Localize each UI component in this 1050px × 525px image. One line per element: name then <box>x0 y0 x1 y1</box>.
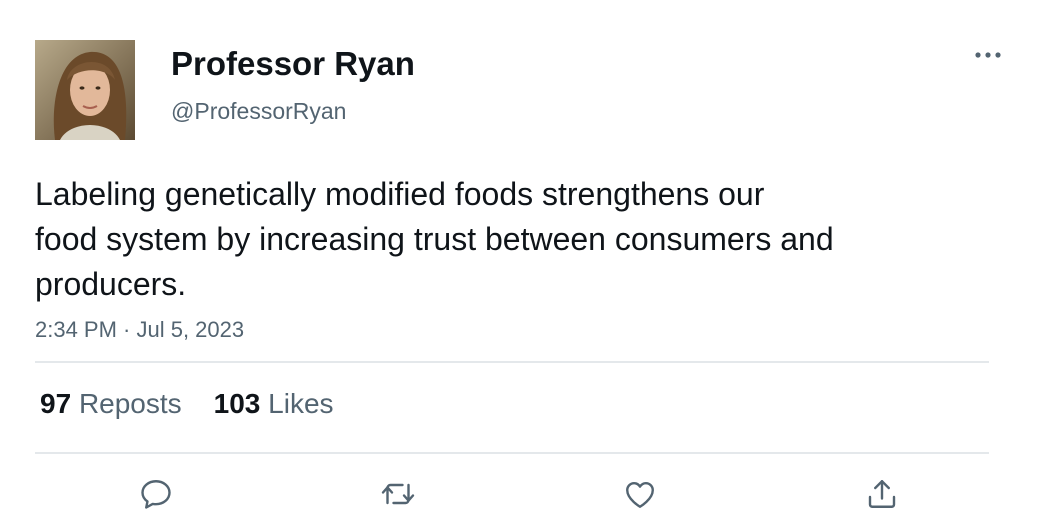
heart-icon <box>626 482 654 508</box>
like-button[interactable] <box>620 474 660 514</box>
engagement-stats: 97 Reposts 103 Likes <box>40 387 334 421</box>
user-avatar-photo <box>35 40 135 140</box>
tweet-text-line: producers. <box>35 266 187 302</box>
reply-button[interactable] <box>136 474 176 514</box>
tweet-text: Labeling genetically modified foods stre… <box>35 172 995 307</box>
more-options-button[interactable] <box>970 40 1006 70</box>
reposts-count: 97 <box>40 388 72 419</box>
share-icon <box>868 480 896 508</box>
repost-button[interactable] <box>378 474 418 514</box>
divider <box>35 452 989 454</box>
divider <box>35 361 989 363</box>
avatar[interactable] <box>35 40 135 140</box>
likes-count: 103 <box>213 388 261 419</box>
tweet-text-line: Labeling genetically modified foods stre… <box>35 176 765 212</box>
reposts-stat[interactable]: 97 Reposts <box>40 387 182 421</box>
tweet-timestamp[interactable]: 2:34 PM · Jul 5, 2023 <box>35 316 244 344</box>
reply-icon <box>141 480 171 509</box>
likes-label: Likes <box>268 388 334 419</box>
reposts-label: Reposts <box>78 388 182 419</box>
author-display-name[interactable]: Professor Ryan <box>171 44 415 84</box>
more-options-icon <box>975 52 1001 58</box>
share-button[interactable] <box>862 474 902 514</box>
likes-stat[interactable]: 103 Likes <box>214 387 334 421</box>
tweet-text-line: food system by increasing trust between … <box>35 221 834 257</box>
author-handle[interactable]: @ProfessorRyan <box>171 96 346 126</box>
repost-icon <box>381 483 415 505</box>
